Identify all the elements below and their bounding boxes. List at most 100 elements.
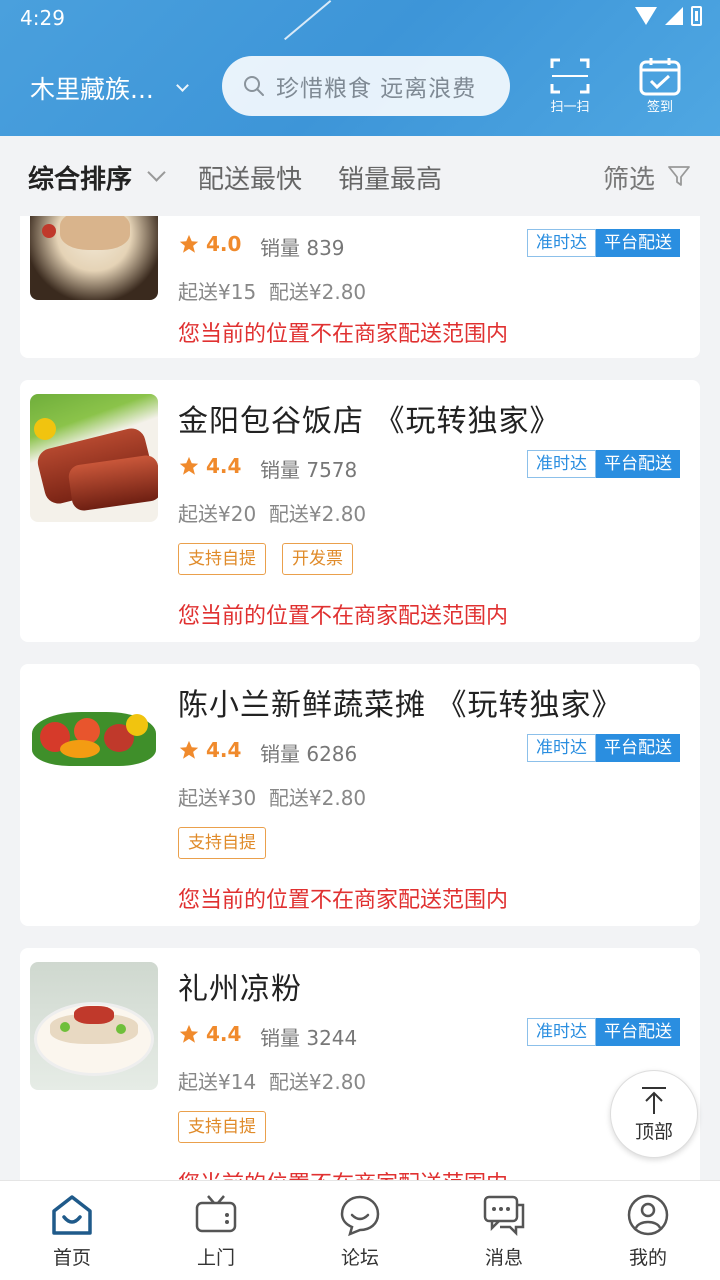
shop-sales: 销量 839: [260, 236, 345, 260]
bottom-nav: 首页 上门 论坛 消息 我的: [0, 1180, 720, 1280]
delivery-tags: 准时达 平台配送: [527, 229, 680, 257]
ontime-tag: 准时达: [527, 229, 596, 257]
shop-name[interactable]: 礼州凉粉: [178, 964, 302, 1008]
min-order: 起送¥30: [178, 786, 257, 810]
shop-thumbnail: [30, 394, 158, 522]
user-icon: [627, 1194, 669, 1236]
delivery-fee: 配送¥2.80: [268, 786, 367, 810]
filter-button[interactable]: 筛选: [603, 159, 655, 196]
shop-name[interactable]: 陈小兰新鲜蔬菜摊 《玩转独家》: [178, 680, 623, 724]
tv-icon: [195, 1195, 237, 1233]
delivery-fee: 配送¥2.80: [268, 502, 367, 526]
rating-value: 4.4: [206, 738, 242, 762]
invoice-badge: 开发票: [282, 543, 353, 575]
service-badges: 支持自提: [178, 1111, 266, 1143]
shop-fees: 起送¥30 配送¥2.80: [178, 782, 366, 811]
ontime-tag: 准时达: [527, 450, 596, 478]
shop-card[interactable]: 礼州凉粉 4.4 销量 3244 准时达 平台配送 起送¥14 配送¥2.80 …: [20, 948, 700, 1180]
shop-card[interactable]: 金阳包谷饭店 《玩转独家》 4.4 销量 7578 准时达 平台配送 起送¥20…: [20, 380, 700, 642]
signal-icon: [665, 7, 683, 25]
shop-fees: 起送¥15 配送¥2.80: [178, 276, 366, 305]
scan-button[interactable]: 扫一扫: [540, 56, 600, 118]
battery-icon: [691, 6, 702, 26]
shop-fees: 起送¥20 配送¥2.80: [178, 498, 366, 527]
location-selector[interactable]: 木里藏族...: [30, 70, 189, 106]
platform-delivery-tag: 平台配送: [596, 229, 680, 257]
star-icon: [179, 456, 199, 475]
home-icon: [52, 1195, 92, 1235]
out-of-range-warning: 您当前的位置不在商家配送范围内: [178, 322, 509, 347]
rating-value: 4.4: [206, 1022, 242, 1046]
shop-rating: 4.4: [178, 1022, 241, 1046]
scan-label: 扫一扫: [550, 100, 590, 115]
nav-forum-label: 论坛: [340, 1247, 379, 1269]
rating-value: 4.0: [206, 232, 242, 256]
shop-sales: 销量 7578: [260, 458, 358, 482]
search-icon: [244, 76, 264, 96]
sort-top-sales-tab[interactable]: 销量最高: [338, 159, 442, 196]
platform-delivery-tag: 平台配送: [596, 1018, 680, 1046]
nav-home[interactable]: 首页: [0, 1181, 144, 1280]
shop-name[interactable]: 金阳包谷饭店 《玩转独家》: [178, 396, 561, 440]
shop-thumbnail: [30, 678, 158, 806]
service-badges: 支持自提 开发票: [178, 543, 353, 575]
pickup-badge: 支持自提: [178, 1111, 266, 1143]
message-icon: [483, 1195, 525, 1237]
ontime-tag: 准时达: [527, 734, 596, 762]
sort-comprehensive-tab[interactable]: 综合排序: [28, 159, 132, 196]
nav-mine-label: 我的: [628, 1247, 667, 1269]
wifi-icon: [635, 7, 657, 25]
shop-rating: 4.4: [178, 738, 241, 762]
sort-fastest-tab[interactable]: 配送最快: [198, 159, 302, 196]
out-of-range-warning: 您当前的位置不在商家配送范围内: [178, 604, 509, 629]
status-time: 4:29: [20, 6, 65, 30]
back-to-top-label: 顶部: [634, 1120, 673, 1143]
min-order: 起送¥20: [178, 502, 257, 526]
funnel-icon: [668, 166, 690, 186]
pickup-badge: 支持自提: [178, 827, 266, 859]
service-badges: 支持自提: [178, 827, 266, 859]
shop-fees: 起送¥14 配送¥2.80: [178, 1066, 366, 1095]
platform-delivery-tag: 平台配送: [596, 450, 680, 478]
shop-list[interactable]: 4.0 销量 839 准时达 平台配送 起送¥15 配送¥2.80 您当前的位置…: [0, 216, 720, 1180]
delivery-tags: 准时达 平台配送: [527, 734, 680, 762]
nav-messages-label: 消息: [484, 1247, 523, 1269]
search-bar[interactable]: 珍惜粮食 远离浪费: [222, 56, 510, 116]
checkin-label: 签到: [646, 100, 673, 115]
app-header: 4:29 木里藏族... 珍惜粮食 远离浪费 扫一扫 签到: [0, 0, 720, 136]
smile-chat-icon: [340, 1195, 380, 1237]
shop-card[interactable]: 4.0 销量 839 准时达 平台配送 起送¥15 配送¥2.80 您当前的位置…: [20, 216, 700, 358]
delivery-tags: 准时达 平台配送: [527, 1018, 680, 1046]
nav-mine[interactable]: 我的: [576, 1181, 720, 1280]
shop-thumbnail: [30, 216, 158, 300]
scan-icon: [550, 58, 590, 94]
ontime-tag: 准时达: [527, 1018, 596, 1046]
nav-visit[interactable]: 上门: [144, 1181, 288, 1280]
shop-thumbnail: [30, 962, 158, 1090]
pickup-badge: 支持自提: [178, 543, 266, 575]
nav-home-label: 首页: [52, 1247, 91, 1269]
calendar-check-icon: [639, 58, 681, 96]
min-order: 起送¥14: [178, 1070, 257, 1094]
shop-rating: 4.0: [178, 232, 241, 256]
back-to-top-button[interactable]: 顶部: [610, 1070, 698, 1158]
shop-card[interactable]: 陈小兰新鲜蔬菜摊 《玩转独家》 4.4 销量 6286 准时达 平台配送 起送¥…: [20, 664, 700, 926]
star-icon: [179, 1024, 199, 1043]
status-bar: 4:29: [0, 0, 720, 36]
nav-forum[interactable]: 论坛: [288, 1181, 432, 1280]
arrow-up-icon: [642, 1086, 666, 1114]
shop-sales: 销量 6286: [260, 742, 358, 766]
shop-rating: 4.4: [178, 454, 241, 478]
platform-delivery-tag: 平台配送: [596, 734, 680, 762]
chevron-down-icon: [175, 78, 189, 92]
star-icon: [179, 234, 199, 253]
delivery-fee: 配送¥2.80: [268, 1070, 367, 1094]
nav-messages[interactable]: 消息: [432, 1181, 576, 1280]
shop-sales: 销量 3244: [260, 1026, 358, 1050]
star-icon: [179, 740, 199, 759]
checkin-button[interactable]: 签到: [630, 56, 690, 118]
min-order: 起送¥15: [178, 280, 257, 304]
out-of-range-warning: 您当前的位置不在商家配送范围内: [178, 888, 509, 913]
location-label: 木里藏族...: [30, 75, 154, 104]
filter-bar: 综合排序 配送最快 销量最高 筛选: [0, 136, 720, 216]
